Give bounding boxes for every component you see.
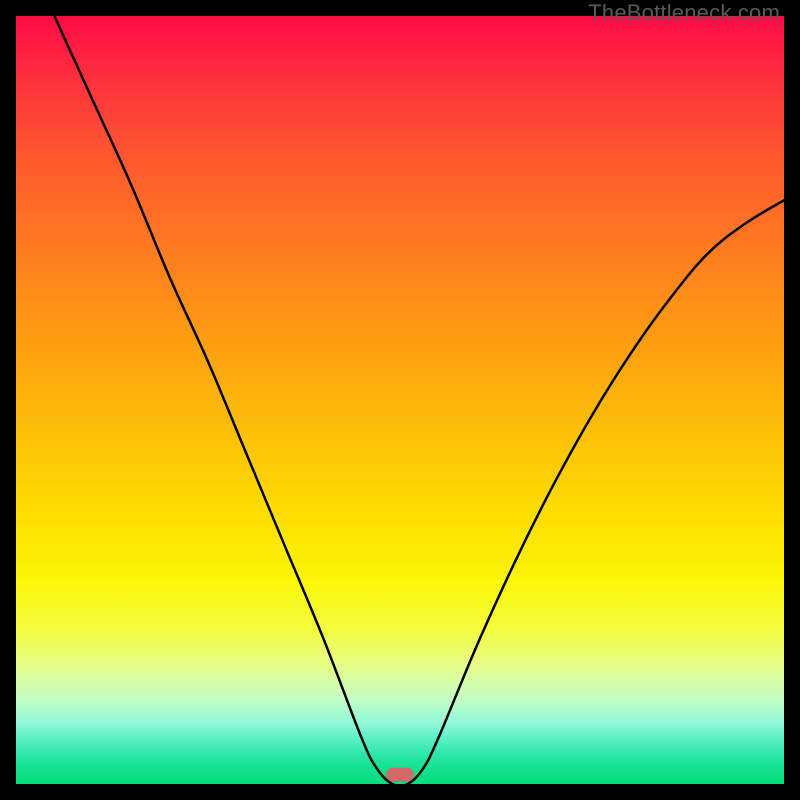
chart-frame: TheBottleneck.com: [0, 0, 800, 800]
watermark-label: TheBottleneck.com: [588, 0, 780, 26]
plot-area: [16, 16, 784, 784]
bottleneck-curve: [16, 16, 784, 784]
optimal-marker: [16, 16, 784, 784]
